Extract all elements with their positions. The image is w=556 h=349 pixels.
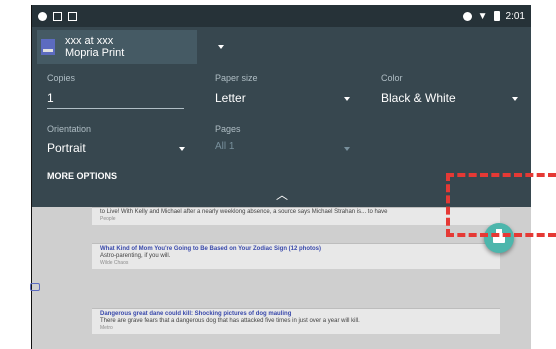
sdcard-icon — [68, 11, 77, 21]
printer-line1: xxx at xxx — [65, 35, 114, 47]
color-dropdown-icon[interactable] — [512, 97, 518, 101]
status-left — [38, 11, 77, 21]
printer-dropdown-icon[interactable] — [218, 45, 224, 49]
copies-underline — [47, 108, 184, 109]
sync-icon — [462, 11, 472, 21]
printer-app-icon — [41, 39, 55, 55]
status-time: 2:01 — [505, 10, 525, 22]
paper-size-select[interactable]: Letter — [215, 91, 246, 105]
color-label: Color — [381, 73, 403, 83]
collapse-chevron-icon[interactable]: ︿ — [276, 189, 288, 201]
article-source: Metro — [100, 325, 113, 331]
orientation-label: Orientation — [47, 124, 92, 134]
copies-input[interactable]: 1 — [47, 91, 54, 105]
screen-icon — [53, 11, 62, 21]
pages-select: All 1 — [215, 141, 235, 152]
article-source: People — [100, 216, 116, 222]
list-item[interactable]: to Live! With Kelly and Michael after a … — [92, 207, 500, 225]
printer-selector[interactable]: xxx at xxx Mopria Print — [37, 30, 197, 64]
orientation-dropdown-icon[interactable] — [179, 147, 185, 151]
list-item[interactable]: Dangerous great dane could kill: Shockin… — [92, 308, 500, 334]
pages-dropdown-icon — [344, 147, 350, 151]
article-title: What Kind of Mom You're Going to Be Base… — [100, 246, 321, 252]
wifi-icon: ▼ — [477, 10, 488, 22]
battery-icon — [493, 11, 500, 21]
status-right: ▼ 2:01 — [462, 10, 525, 22]
color-select[interactable]: Black & White — [381, 91, 456, 105]
orientation-select[interactable]: Portrait — [47, 141, 86, 155]
printer-name: xxx at xxx Mopria Print — [65, 35, 124, 59]
article-body: There are grave fears that a dangerous d… — [100, 318, 360, 324]
more-options-button[interactable]: MORE OPTIONS — [47, 171, 117, 181]
paper-size-dropdown-icon[interactable] — [344, 97, 350, 101]
paper-size-label: Paper size — [215, 73, 258, 83]
copies-label: Copies — [47, 73, 76, 83]
list-item[interactable]: What Kind of Mom You're Going to Be Base… — [92, 243, 500, 269]
notification-icon — [38, 11, 47, 21]
printer-line2: Mopria Print — [65, 47, 125, 59]
article-title: Dangerous great dane could kill: Shockin… — [100, 311, 292, 317]
status-bar: ▼ 2:01 — [32, 5, 531, 27]
article-body: Astro-parenting, if you will. — [100, 253, 171, 259]
highlight-annotation — [446, 173, 556, 237]
article-body: to Live! With Kelly and Michael after a … — [100, 209, 388, 215]
message-icon — [30, 283, 40, 291]
pages-label: Pages — [215, 124, 241, 134]
article-source: Wilde Chaos — [100, 260, 129, 266]
